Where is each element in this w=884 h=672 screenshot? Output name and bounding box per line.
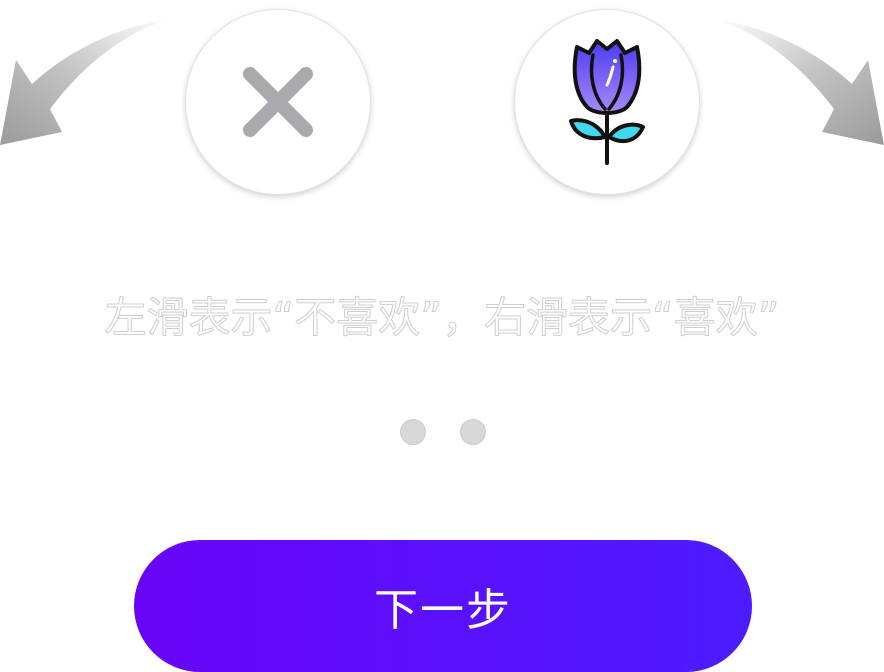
next-button-label: 下一步 bbox=[374, 585, 512, 636]
rose-icon bbox=[569, 39, 645, 165]
dislike-button[interactable] bbox=[185, 9, 371, 195]
swipe-right-arrow-icon bbox=[714, 19, 884, 145]
close-icon bbox=[243, 67, 313, 137]
swipe-left-arrow-icon bbox=[0, 19, 170, 145]
pagination-dots bbox=[400, 419, 486, 445]
like-button[interactable] bbox=[514, 9, 700, 195]
swipe-hint-text: 左滑表示“不喜欢”，右滑表示“喜欢” bbox=[104, 293, 780, 343]
pagination-dot-1[interactable] bbox=[400, 419, 426, 445]
pagination-dot-2[interactable] bbox=[460, 419, 486, 445]
next-button[interactable]: 下一步 bbox=[134, 540, 752, 672]
